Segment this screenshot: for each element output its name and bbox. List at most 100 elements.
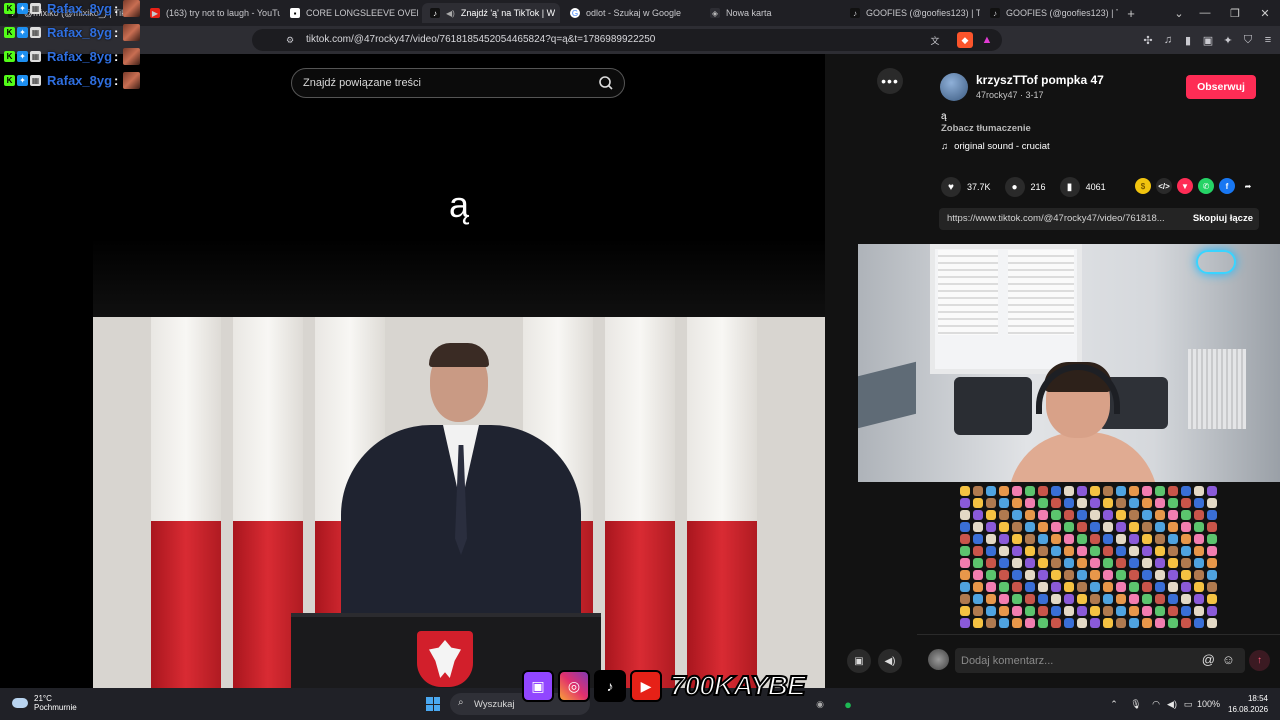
emoji-icon <box>1168 570 1178 580</box>
more-options-button[interactable]: ••• <box>877 68 903 94</box>
emoji-icon <box>1090 522 1100 532</box>
bookmark-icon[interactable]: ▮ <box>1059 177 1080 197</box>
sidebar-icon[interactable]: ▮ <box>1180 32 1196 48</box>
microphone-icon[interactable]: 🎙 <box>1130 688 1142 720</box>
sound-link[interactable]: ♫ original sound - cruciat <box>941 141 1050 152</box>
emoji-icon <box>1103 510 1113 520</box>
leo-ai-icon[interactable]: ✦ <box>1220 32 1236 48</box>
facebook-icon[interactable]: f <box>1219 178 1235 194</box>
follow-button[interactable]: Obserwuj <box>1186 75 1256 99</box>
clock[interactable]: 18:54 16.08.2026 <box>1228 693 1268 715</box>
like-count: 37.7K <box>967 182 991 192</box>
emoji-icon <box>1051 618 1061 628</box>
emoji-icon <box>1168 594 1178 604</box>
emoji-icon <box>1051 594 1061 604</box>
media-icon[interactable]: ♫ <box>1160 32 1176 48</box>
creator-avatar[interactable] <box>940 73 968 101</box>
emoji-icon <box>1129 618 1139 628</box>
brave-icon: ◈ <box>710 8 720 18</box>
tab-7[interactable]: ♪ GOOFIES (@goofies123) | TikT <box>982 3 1118 23</box>
video-frame[interactable] <box>93 317 825 688</box>
tab-5[interactable]: ◈ Nowa karta <box>702 3 840 23</box>
related-search-input[interactable]: Znajdź powiązane treści <box>291 68 625 98</box>
site-info-icon[interactable]: ⚙ <box>284 34 296 46</box>
emoji-icon <box>1090 570 1100 580</box>
whatsapp-icon[interactable]: ✆ <box>1198 178 1214 194</box>
volume-icon[interactable]: ◀) <box>1166 688 1178 720</box>
emoji-icon <box>1025 486 1035 496</box>
brave-rewards-icon[interactable]: ▲ <box>979 32 995 48</box>
emoji-icon <box>973 606 983 616</box>
emoji-icon <box>1038 546 1048 556</box>
emoji-icon <box>999 486 1009 496</box>
emoji-icon <box>1129 510 1139 520</box>
emoji-wall <box>960 486 1222 634</box>
tab-1[interactable]: ▶ (163) try not to laugh - YouTu <box>142 3 280 23</box>
send-icon[interactable]: ▼ <box>1177 178 1193 194</box>
flag <box>687 317 757 688</box>
weather-widget[interactable]: 21°C Pochmurnie <box>12 694 77 712</box>
translate-icon[interactable]: 文 <box>928 33 942 47</box>
tab-4[interactable]: G odlot - Szukaj w Google <box>562 3 700 23</box>
user-avatar[interactable] <box>928 649 949 670</box>
share-options: $ </> ▼ ✆ f ➦ <box>1135 178 1256 194</box>
comment-icon[interactable]: ● <box>1004 177 1025 197</box>
address-bar[interactable]: ⚙ tiktok.com/@47rocky47/video/7618185452… <box>252 29 1002 51</box>
vpn-icon[interactable]: ⛉ <box>1240 32 1256 48</box>
emoji-icon <box>1168 546 1178 556</box>
spotify-icon[interactable]: ● <box>840 688 856 720</box>
volume-icon[interactable]: ◀) <box>878 649 902 673</box>
comment-input[interactable]: Dodaj komentarz... @ ☺ <box>955 648 1245 673</box>
emoji-icon[interactable]: ☺ <box>1222 652 1235 667</box>
close-window-icon[interactable]: ✕ <box>1250 0 1280 26</box>
emoji-icon <box>1207 546 1217 556</box>
emoji-icon <box>1207 570 1217 580</box>
video-area[interactable]: Znajdź powiązane treści ą <box>93 54 825 688</box>
search-icon[interactable] <box>598 75 614 91</box>
tiktok-icon: ♪ <box>430 8 440 18</box>
chair <box>954 377 1032 435</box>
emoji-icon <box>1194 618 1204 628</box>
emoji-icon <box>1051 606 1061 616</box>
minimize-icon[interactable]: — <box>1190 0 1220 26</box>
mention-icon[interactable]: @ <box>1202 652 1215 667</box>
battery-icon[interactable]: ▭ <box>1182 688 1194 720</box>
share-link-text[interactable]: https://www.tiktok.com/@47rocky47/video/… <box>947 213 1177 224</box>
send-comment-button[interactable]: ↑ <box>1249 650 1270 671</box>
like-action[interactable]: ♥ 37.7K <box>941 177 991 197</box>
heart-icon[interactable]: ♥ <box>941 177 961 197</box>
embed-icon[interactable]: </> <box>1156 178 1172 194</box>
emoji-icon <box>1064 546 1074 556</box>
save-action[interactable]: ▮ 4061 <box>1059 177 1106 197</box>
creator-handle[interactable]: 47rocky47 · 3-17 <box>976 90 1044 100</box>
windows-start-icon[interactable] <box>426 697 440 711</box>
brave-shield-icon[interactable]: ◆ <box>957 32 973 48</box>
kick-icon: K <box>4 2 15 14</box>
restore-icon[interactable]: ❐ <box>1220 0 1250 26</box>
chat-message: K ✦ ▦ Rafax_8yg : <box>4 22 141 42</box>
emoji-icon <box>1142 618 1152 628</box>
streamer-brand: 700KAYBE <box>669 669 807 702</box>
wallet-icon[interactable]: ▣ <box>1200 32 1216 48</box>
creator-name[interactable]: krzyszTTof pompka 47 <box>976 73 1104 87</box>
copy-link-button[interactable]: Skopiuj łącze <box>1193 213 1253 224</box>
extensions-icon[interactable]: ✣ <box>1140 32 1156 48</box>
tray-overflow-icon[interactable]: ⌃ <box>1108 688 1120 720</box>
coin-icon[interactable]: $ <box>1135 178 1151 194</box>
tab-2[interactable]: ▪ CORE LONGSLEEVE OVERSIZE <box>282 3 418 23</box>
new-tab-button[interactable]: + <box>1116 0 1146 26</box>
emoji-icon <box>1038 558 1048 568</box>
share-arrow-icon[interactable]: ➦ <box>1240 178 1256 194</box>
see-translation-link[interactable]: Zobacz tłumaczenie <box>941 123 1031 134</box>
wifi-icon[interactable]: ◠ <box>1150 688 1162 720</box>
gamepad-neon-icon <box>1196 250 1236 274</box>
comment-action[interactable]: ● 216 <box>1004 177 1046 197</box>
app-icon[interactable]: ◉ <box>812 688 828 720</box>
tab-3-active[interactable]: ♪ ◀) Znajdź 'ą' na TikTok | W ✕ <box>422 3 560 23</box>
emoji-icon <box>1168 558 1178 568</box>
emoji-icon <box>1064 558 1074 568</box>
tab-6[interactable]: ♪ GOOFIES (@goofies123) | TikT <box>842 3 980 23</box>
emoji-icon <box>1155 594 1165 604</box>
menu-icon[interactable]: ≡ <box>1260 32 1276 48</box>
mini-player-icon[interactable]: ▣ <box>847 649 871 673</box>
